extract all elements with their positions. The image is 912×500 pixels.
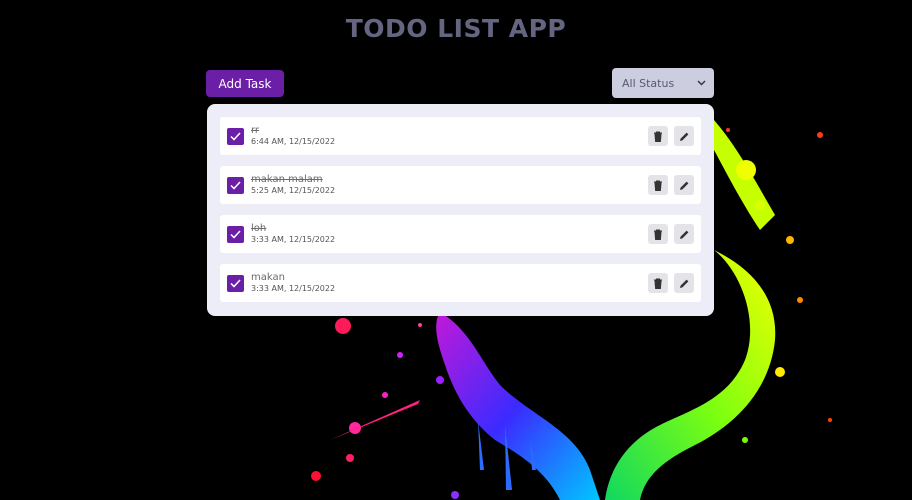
todo-text: rr 6:44 AM, 12/15/2022 xyxy=(251,125,642,147)
todo-timestamp: 5:25 AM, 12/15/2022 xyxy=(251,186,336,195)
todo-title: makan malam xyxy=(251,174,323,185)
app-title: TODO LIST APP xyxy=(345,14,567,43)
todo-title: makan xyxy=(251,272,285,283)
todo-checkbox[interactable] xyxy=(227,274,244,292)
todo-checkbox[interactable] xyxy=(227,176,244,194)
trash-icon xyxy=(654,278,662,289)
todo-timestamp: 6:44 AM, 12/15/2022 xyxy=(251,137,336,146)
pencil-icon xyxy=(679,181,688,190)
todo-text: makan 3:33 AM, 12/15/2022 xyxy=(251,272,642,294)
pencil-icon xyxy=(679,132,688,141)
edit-button[interactable] xyxy=(674,126,694,146)
delete-button[interactable] xyxy=(648,126,668,146)
todo-item: makan malam 5:25 AM, 12/15/2022 xyxy=(220,166,701,204)
todo-title: loh xyxy=(251,223,267,234)
app-root: TODO LIST APP Add Task All Status rr 6:4… xyxy=(0,0,912,500)
trash-icon xyxy=(654,180,662,191)
status-filter-select[interactable]: All Status xyxy=(612,68,714,98)
todo-checkbox[interactable] xyxy=(227,225,244,243)
add-task-button[interactable]: Add Task xyxy=(206,70,284,97)
trash-icon xyxy=(654,131,662,142)
todo-text: loh 3:33 AM, 12/15/2022 xyxy=(251,223,642,245)
checkmark-icon xyxy=(230,278,241,288)
pencil-icon xyxy=(679,230,688,239)
pencil-icon xyxy=(679,279,688,288)
chevron-down-icon xyxy=(697,79,706,88)
status-filter-value: All Status xyxy=(622,76,675,90)
todo-item: loh 3:33 AM, 12/15/2022 xyxy=(220,215,701,253)
todo-list-panel: rr 6:44 AM, 12/15/2022 makan malam 5:25 … xyxy=(207,104,714,316)
todo-item: makan 3:33 AM, 12/15/2022 xyxy=(220,264,701,302)
edit-button[interactable] xyxy=(674,224,694,244)
todo-timestamp: 3:33 AM, 12/15/2022 xyxy=(251,235,336,244)
delete-button[interactable] xyxy=(648,224,668,244)
todo-timestamp: 3:33 AM, 12/15/2022 xyxy=(251,284,336,293)
trash-icon xyxy=(654,229,662,240)
delete-button[interactable] xyxy=(648,273,668,293)
todo-text: makan malam 5:25 AM, 12/15/2022 xyxy=(251,174,642,196)
checkmark-icon xyxy=(230,180,241,190)
todo-title: rr xyxy=(251,125,260,136)
checkmark-icon xyxy=(230,229,241,239)
todo-item: rr 6:44 AM, 12/15/2022 xyxy=(220,117,701,155)
edit-button[interactable] xyxy=(674,273,694,293)
edit-button[interactable] xyxy=(674,175,694,195)
checkmark-icon xyxy=(230,131,241,141)
delete-button[interactable] xyxy=(648,175,668,195)
todo-checkbox[interactable] xyxy=(227,127,244,145)
